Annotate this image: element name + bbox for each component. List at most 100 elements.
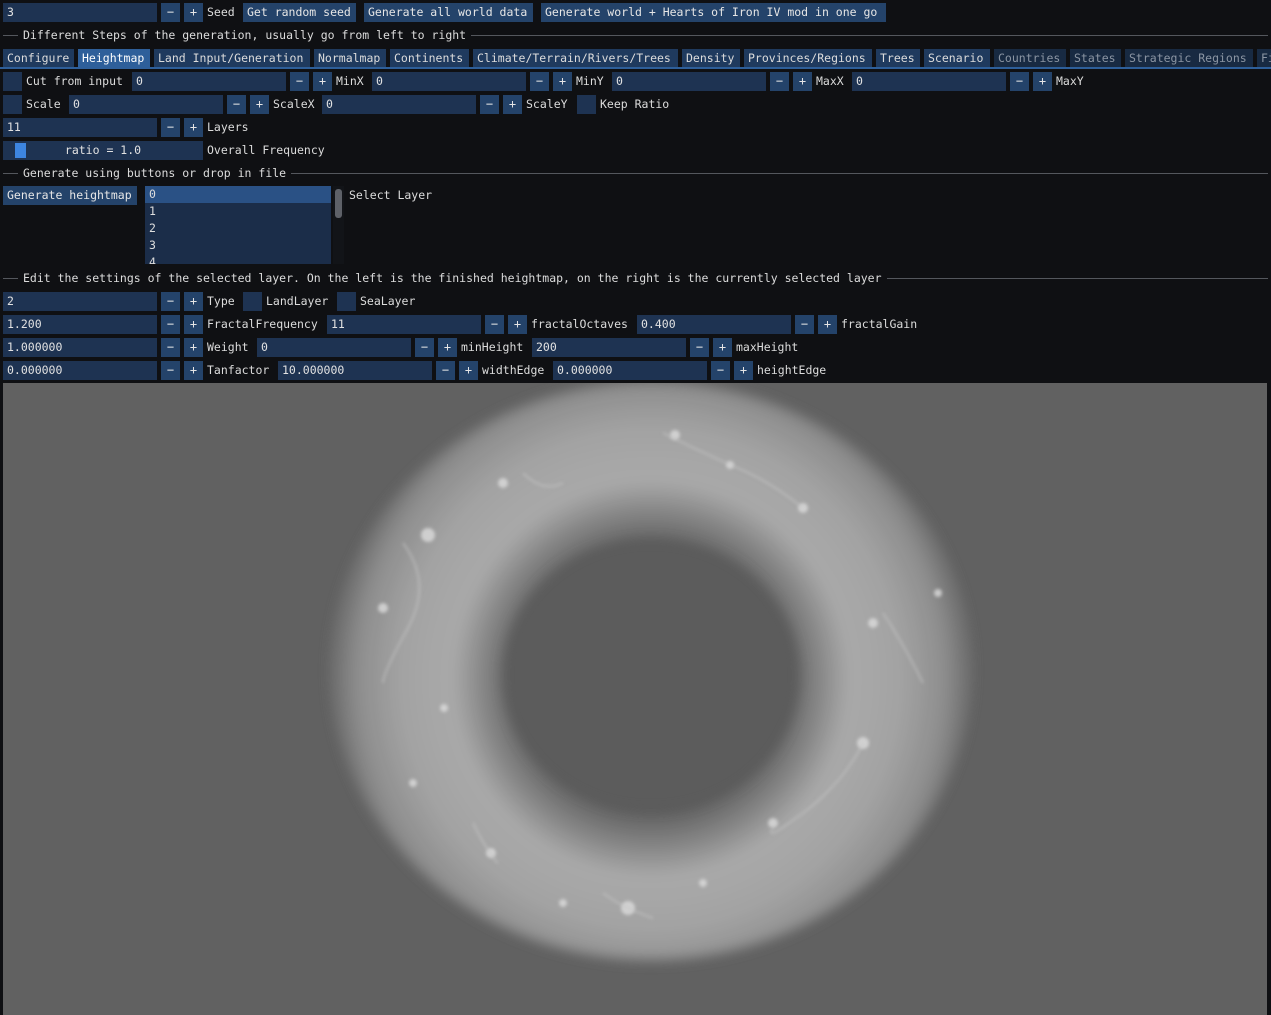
tab-normalmap[interactable]: Normalmap [314, 49, 386, 67]
list-item[interactable]: 1 [145, 203, 331, 220]
tanfactor-input[interactable]: 0.000000 [3, 361, 157, 380]
type-label: Type [207, 294, 235, 308]
fractal-gain-input[interactable]: 0.400 [637, 315, 791, 334]
width-edge-decrement-button[interactable]: − [436, 361, 455, 380]
fractal-gain-decrement-button[interactable]: − [795, 315, 814, 334]
minx-label: MinX [336, 74, 364, 88]
sea-layer-checkbox[interactable] [337, 292, 356, 311]
maxy-increment-button[interactable]: + [1033, 72, 1052, 91]
fractal-frequency-input[interactable]: 1.200 [3, 315, 157, 334]
height-edge-decrement-button[interactable]: − [711, 361, 730, 380]
sea-layer-label: SeaLayer [360, 294, 416, 308]
scaley-increment-button[interactable]: + [503, 95, 522, 114]
list-item[interactable]: 2 [145, 220, 331, 237]
type-increment-button[interactable]: + [184, 292, 203, 311]
minx-decrement-button[interactable]: − [290, 72, 309, 91]
minx-input[interactable]: 0 [132, 72, 286, 91]
max-height-increment-button[interactable]: + [713, 338, 732, 357]
max-height-input[interactable]: 200 [532, 338, 686, 357]
scale-label: Scale [26, 97, 61, 111]
list-item[interactable]: 4 [145, 254, 331, 264]
scale-checkbox[interactable] [3, 95, 22, 114]
tab-land-input[interactable]: Land Input/Generation [154, 49, 310, 67]
miny-input[interactable]: 0 [372, 72, 526, 91]
steps-header: Different Steps of the generation, usual… [18, 28, 472, 42]
generate-all-button[interactable]: Generate all world data [364, 3, 533, 22]
miny-label: MinY [576, 74, 604, 88]
fractal-octaves-increment-button[interactable]: + [508, 315, 527, 334]
layer-list[interactable]: 0 1 2 3 4 [145, 186, 331, 264]
scaley-label: ScaleY [526, 97, 568, 111]
generate-header: Generate using buttons or drop in file [18, 166, 292, 180]
fractal-frequency-decrement-button[interactable]: − [161, 315, 180, 334]
tab-provinces[interactable]: Provinces/Regions [744, 49, 872, 67]
min-height-input[interactable]: 0 [257, 338, 411, 357]
layer-list-scroll-thumb[interactable] [335, 189, 342, 218]
width-edge-input[interactable]: 10.000000 [278, 361, 432, 380]
tab-configure[interactable]: Configure [3, 49, 74, 67]
fractal-frequency-increment-button[interactable]: + [184, 315, 203, 334]
tab-overflow[interactable]: Fi [1257, 49, 1271, 67]
scaley-decrement-button[interactable]: − [480, 95, 499, 114]
tab-heightmap[interactable]: Heightmap [78, 49, 150, 67]
tab-underline [0, 67, 1271, 69]
tanfactor-decrement-button[interactable]: − [161, 361, 180, 380]
scaley-input[interactable]: 0 [322, 95, 476, 114]
layers-decrement-button[interactable]: − [161, 118, 180, 137]
type-input[interactable]: 2 [3, 292, 157, 311]
tanfactor-increment-button[interactable]: + [184, 361, 203, 380]
fractal-octaves-decrement-button[interactable]: − [485, 315, 504, 334]
land-layer-label: LandLayer [266, 294, 329, 308]
list-item[interactable]: 0 [145, 186, 331, 203]
scalex-input[interactable]: 0 [69, 95, 223, 114]
height-edge-input[interactable]: 0.000000 [553, 361, 707, 380]
max-height-decrement-button[interactable]: − [690, 338, 709, 357]
tab-density[interactable]: Density [682, 49, 740, 67]
min-height-increment-button[interactable]: + [438, 338, 457, 357]
miny-decrement-button[interactable]: − [530, 72, 549, 91]
tab-scenario[interactable]: Scenario [924, 49, 990, 67]
fractal-octaves-label: fractalOctaves [531, 317, 628, 331]
minx-increment-button[interactable]: + [313, 72, 332, 91]
land-layer-checkbox[interactable] [243, 292, 262, 311]
weight-label: Weight [207, 340, 249, 354]
cut-from-input-checkbox[interactable] [3, 72, 22, 91]
fractal-octaves-input[interactable]: 11 [327, 315, 481, 334]
random-seed-button[interactable]: Get random seed [243, 3, 356, 22]
maxx-decrement-button[interactable]: − [770, 72, 789, 91]
fractal-gain-increment-button[interactable]: + [818, 315, 837, 334]
tab-strategic-regions[interactable]: Strategic Regions [1125, 49, 1253, 67]
weight-decrement-button[interactable]: − [161, 338, 180, 357]
seed-decrement-button[interactable]: − [161, 3, 180, 22]
maxy-decrement-button[interactable]: − [1010, 72, 1029, 91]
generate-heightmap-button[interactable]: Generate heightmap [3, 186, 137, 205]
seed-increment-button[interactable]: + [184, 3, 203, 22]
heightmap-preview [3, 383, 1267, 1015]
min-height-decrement-button[interactable]: − [415, 338, 434, 357]
tab-continents[interactable]: Continents [390, 49, 469, 67]
layers-increment-button[interactable]: + [184, 118, 203, 137]
generate-world-mod-button[interactable]: Generate world + Hearts of Iron IV mod i… [541, 3, 886, 22]
overall-frequency-slider[interactable]: ratio = 1.0 [3, 141, 203, 160]
scalex-increment-button[interactable]: + [250, 95, 269, 114]
list-item[interactable]: 3 [145, 237, 331, 254]
fractal-gain-label: fractalGain [841, 317, 918, 331]
min-height-label: minHeight [461, 340, 524, 354]
tab-states[interactable]: States [1070, 49, 1121, 67]
seed-input[interactable]: 3 [3, 3, 157, 22]
type-decrement-button[interactable]: − [161, 292, 180, 311]
maxy-input[interactable]: 0 [852, 72, 1006, 91]
tab-countries[interactable]: Countries [994, 49, 1066, 67]
maxx-input[interactable]: 0 [612, 72, 766, 91]
tab-trees[interactable]: Trees [876, 49, 920, 67]
layers-input[interactable]: 11 [3, 118, 157, 137]
weight-input[interactable]: 1.000000 [3, 338, 157, 357]
maxx-increment-button[interactable]: + [793, 72, 812, 91]
width-edge-increment-button[interactable]: + [459, 361, 478, 380]
height-edge-increment-button[interactable]: + [734, 361, 753, 380]
weight-increment-button[interactable]: + [184, 338, 203, 357]
scalex-decrement-button[interactable]: − [227, 95, 246, 114]
keep-ratio-checkbox[interactable] [577, 95, 596, 114]
miny-increment-button[interactable]: + [553, 72, 572, 91]
tab-climate[interactable]: Climate/Terrain/Rivers/Trees [473, 49, 678, 67]
